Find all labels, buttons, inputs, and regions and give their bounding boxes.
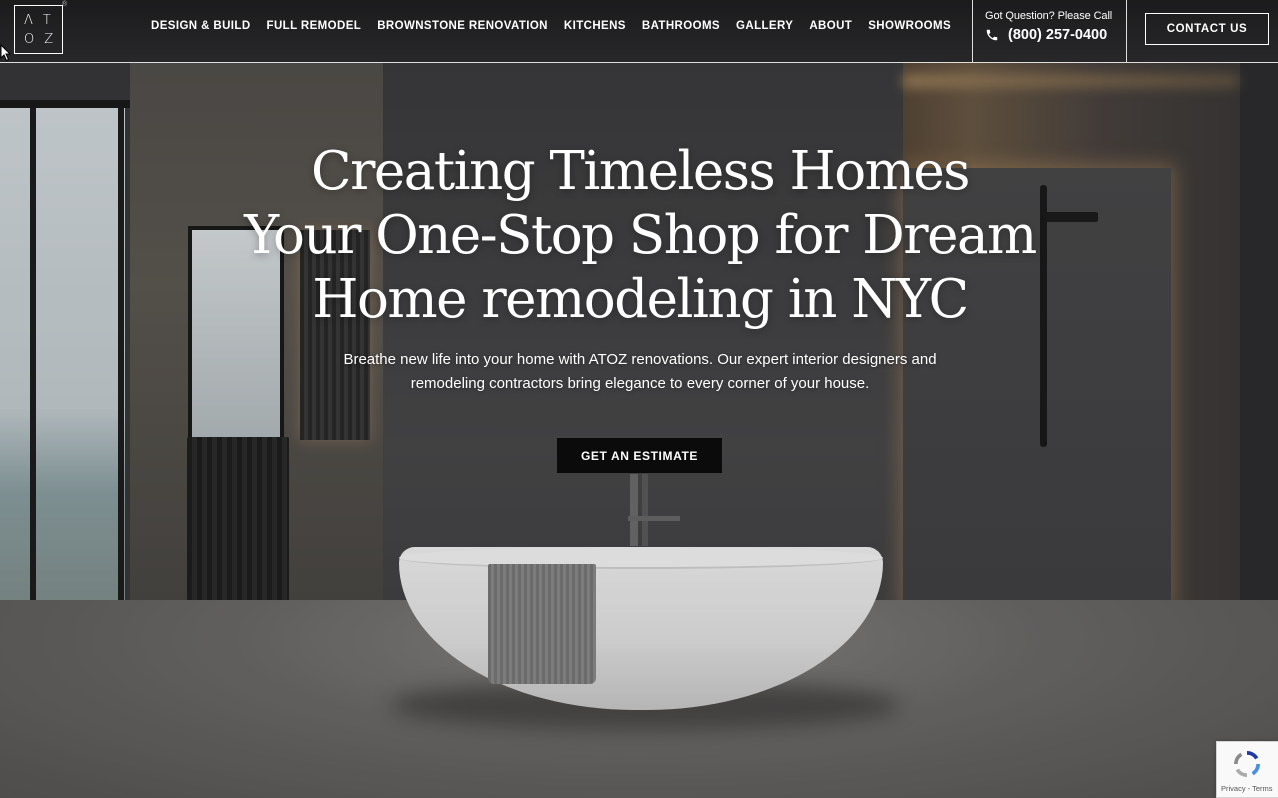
site-logo[interactable]: ΛT OZ ® <box>14 0 68 54</box>
nav-item-brownstone-renovation[interactable]: BROWNSTONE RENOVATION <box>377 20 548 32</box>
hero-title-line: Your One-Stop Shop for Dream <box>244 205 1037 266</box>
phone-link[interactable]: (800) 257-0400 <box>985 27 1112 43</box>
hero-subtitle-line: Breathe new life into your home with ATO… <box>343 351 937 368</box>
site-header: ΛT OZ ® DESIGN & BUILD FULL REMODEL BROW… <box>0 0 1278 63</box>
hero-background-image <box>0 0 1278 798</box>
recaptcha-icon <box>1233 750 1261 778</box>
hero-title: Creating Timeless Homes Your One-Stop Sh… <box>180 140 1100 332</box>
contact-us-button[interactable]: CONTACT US <box>1145 13 1269 45</box>
header-divider <box>972 0 973 62</box>
nav-item-kitchens[interactable]: KITCHENS <box>564 20 626 32</box>
mouse-cursor-icon <box>0 44 12 62</box>
hero-title-line: Creating Timeless Homes <box>311 141 970 202</box>
main-nav: DESIGN & BUILD FULL REMODEL BROWNSTONE R… <box>151 20 967 32</box>
nav-item-about[interactable]: ABOUT <box>809 20 852 32</box>
hero-subtitle-line: remodeling contractors bring elegance to… <box>410 374 870 392</box>
recaptcha-links[interactable]: Privacy - Terms <box>1221 784 1273 793</box>
logo-top-letters: ΛT <box>24 13 61 28</box>
phone-number: (800) 257-0400 <box>1008 27 1108 43</box>
recaptcha-badge[interactable]: Privacy - Terms <box>1216 741 1278 798</box>
hero-title-line: Home remodeling in NYC <box>312 269 969 330</box>
call-block: Got Question? Please Call (800) 257-0400 <box>985 10 1112 43</box>
nav-item-showrooms[interactable]: SHOWROOMS <box>868 20 951 32</box>
nav-item-gallery[interactable]: GALLERY <box>736 20 793 32</box>
phone-icon <box>986 29 998 41</box>
logo-bottom-letters: OZ <box>24 32 64 47</box>
get-estimate-button[interactable]: GET AN ESTIMATE <box>557 438 722 473</box>
image-overlay <box>0 0 1278 798</box>
nav-item-bathrooms[interactable]: BATHROOMS <box>642 20 720 32</box>
registered-mark: ® <box>61 0 68 8</box>
nav-item-design-build[interactable]: DESIGN & BUILD <box>151 20 251 32</box>
page: ΛT OZ ® DESIGN & BUILD FULL REMODEL BROW… <box>0 0 1278 798</box>
header-divider <box>1126 0 1127 62</box>
hero-subtitle: Breathe new life into your home with ATO… <box>310 348 970 395</box>
nav-item-full-remodel[interactable]: FULL REMODEL <box>267 20 362 32</box>
call-question: Got Question? Please Call <box>985 10 1113 22</box>
